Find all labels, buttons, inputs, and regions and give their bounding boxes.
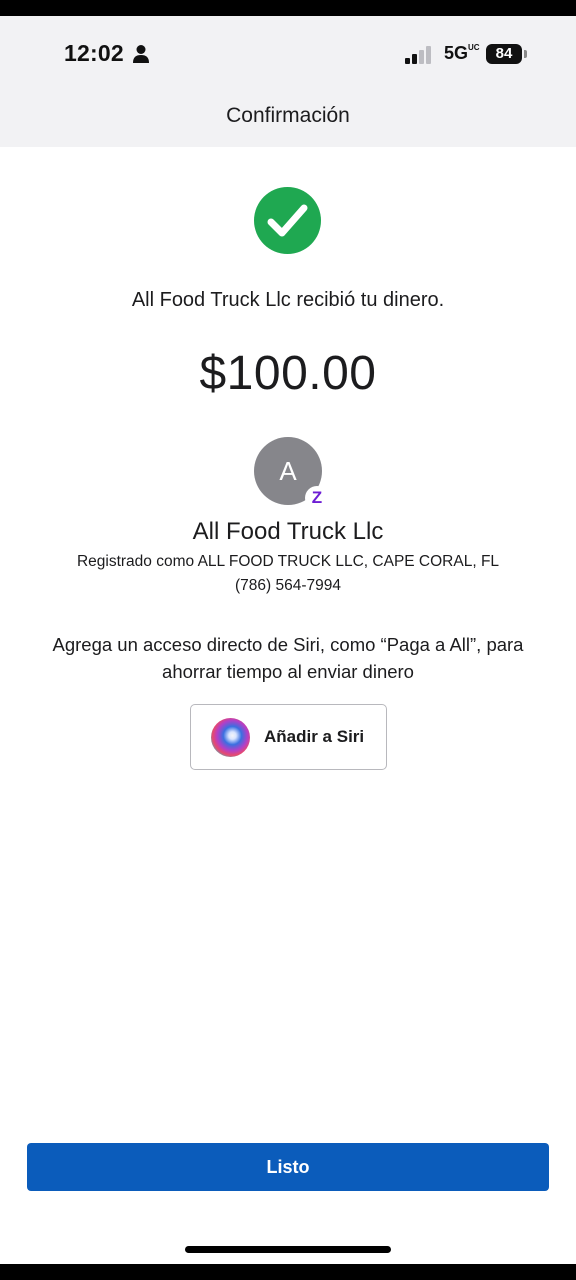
add-to-siri-label: Añadir a Siri <box>264 727 365 746</box>
zelle-badge-icon: Z <box>305 486 329 510</box>
battery-level: 84 <box>495 45 513 62</box>
signal-bars-icon <box>405 46 431 64</box>
battery-icon: 84 <box>486 44 522 64</box>
person-icon <box>133 45 149 63</box>
page-title: Confirmación <box>226 104 350 127</box>
top-bezel <box>0 0 576 16</box>
recipient-registration: Registrado como ALL FOOD TRUCK LLC, CAPE… <box>76 553 500 570</box>
received-message: All Food Truck Llc recibió tu dinero. <box>131 289 445 311</box>
siri-icon <box>211 718 250 757</box>
recipient-phone: (786) 564-7994 <box>235 577 341 594</box>
network-subtype: UC <box>468 43 480 52</box>
bottom-bezel <box>0 1264 576 1280</box>
siri-shortcut-hint: Agrega un acceso directo de Siri, como “… <box>52 634 524 682</box>
status-time: 12:02 <box>64 40 124 66</box>
confirmation-screen: 12:02 5G UC 84 Confirmación All Food Tru… <box>0 16 576 1264</box>
done-button[interactable]: Listo <box>27 1143 549 1191</box>
battery-nub <box>524 50 527 58</box>
payment-amount: $100.00 <box>199 347 377 400</box>
recipient-name: All Food Truck Llc <box>192 518 384 545</box>
home-indicator[interactable] <box>185 1246 391 1253</box>
network-type: 5G <box>444 43 469 63</box>
header-area: 12:02 5G UC 84 Confirmación <box>0 16 576 147</box>
add-to-siri-button[interactable]: Añadir a Siri <box>190 704 387 770</box>
checkmark-circle-icon <box>254 187 321 254</box>
